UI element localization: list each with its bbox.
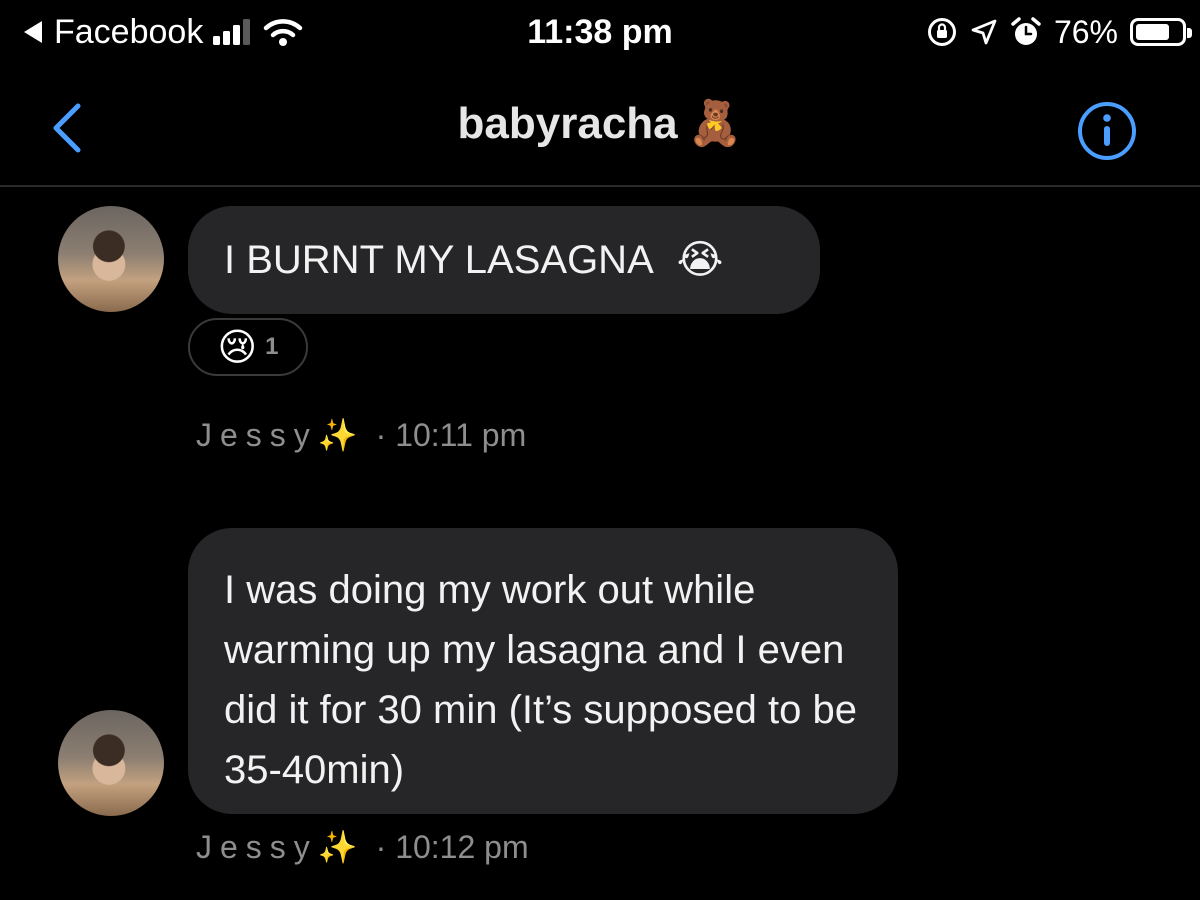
message-text: I BURNT MY LASAGNA (224, 238, 652, 282)
conversation-title[interactable]: babyracha 🧸 (0, 94, 1200, 154)
rotation-lock-icon (927, 18, 956, 46)
status-bar: Facebook 11:38 pm 76% (0, 0, 1200, 64)
battery-percent: 76% (1053, 13, 1118, 50)
sparkles-emoji: ✨ (317, 828, 358, 866)
screen: Facebook 11:38 pm 76% babyracha 🧸 I BURN… (0, 0, 1200, 900)
crying-face-emoji: 😢 (217, 325, 258, 369)
conversation-name: babyracha (457, 99, 678, 148)
message-text: I was doing my work out while warming up… (224, 568, 857, 792)
message-bubble[interactable]: I BURNT MY LASAGNA 😭 (188, 206, 820, 314)
sender-avatar[interactable] (58, 206, 164, 312)
loudly-crying-emoji: 😭 (676, 237, 724, 283)
conversation-header: babyracha 🧸 (0, 80, 1200, 172)
location-icon (971, 19, 997, 45)
battery-icon (1130, 18, 1192, 46)
message-meta: Jessy ✨ · 10:11 pm (196, 416, 526, 454)
status-icons: 76% (926, 10, 1192, 54)
message-time: · 10:12 pm (375, 828, 529, 865)
reaction-count: 1 (265, 333, 279, 360)
message-bubble[interactable]: I was doing my work out while warming up… (188, 528, 898, 814)
teddy-bear-emoji: 🧸 (687, 98, 743, 149)
sender-avatar[interactable] (58, 710, 164, 816)
message-meta: Jessy ✨ · 10:12 pm (196, 828, 529, 866)
info-icon[interactable] (1076, 100, 1138, 162)
sparkles-emoji: ✨ (317, 416, 358, 454)
message-time: · 10:11 pm (375, 416, 527, 453)
sender-name: Jessy (196, 416, 318, 453)
battery-level (1136, 24, 1169, 40)
header-divider (0, 185, 1200, 187)
alarm-icon (1011, 17, 1041, 45)
sender-name: Jessy (196, 828, 318, 865)
battery-cap (1187, 28, 1192, 38)
reaction-badge[interactable]: 😢 1 (188, 318, 308, 376)
